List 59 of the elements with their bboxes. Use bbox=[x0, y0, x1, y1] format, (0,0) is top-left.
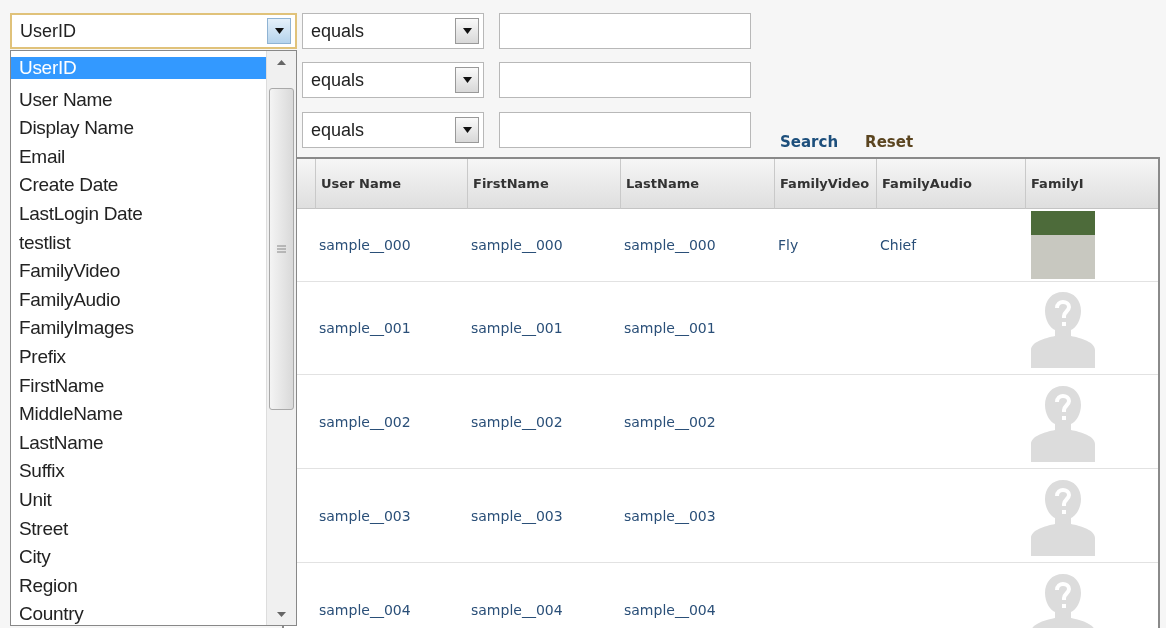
scrollbar-thumb[interactable] bbox=[269, 88, 294, 410]
operator-select[interactable]: equals bbox=[302, 62, 484, 98]
dropdown-option[interactable]: FamilyVideo bbox=[11, 257, 266, 286]
column-header[interactable]: FirstName bbox=[467, 159, 620, 209]
table-cell: sample__000 bbox=[624, 237, 716, 253]
dropdown-option[interactable]: Country bbox=[11, 600, 266, 628]
table-cell: Chief bbox=[880, 237, 917, 253]
dropdown-option[interactable]: FamilyAudio bbox=[11, 285, 266, 315]
column-header[interactable]: FamilyAudio bbox=[876, 159, 1025, 209]
search-link[interactable]: Search bbox=[780, 133, 839, 151]
table-cell: sample__003 bbox=[471, 507, 563, 524]
dropdown-option[interactable]: LastName bbox=[11, 428, 266, 458]
operator-select[interactable]: equals bbox=[302, 13, 484, 49]
dropdown-option[interactable]: FamilyImages bbox=[11, 314, 266, 343]
table-cell: sample__004 bbox=[471, 601, 563, 618]
value-input-field[interactable] bbox=[499, 62, 751, 98]
dropdown-option[interactable]: City bbox=[11, 543, 266, 572]
reset-link[interactable]: Reset bbox=[865, 133, 914, 151]
dropdown-option[interactable]: Display Name bbox=[11, 114, 266, 143]
column-header[interactable]: FamilyVideo bbox=[774, 159, 876, 209]
scroll-up-icon[interactable] bbox=[277, 60, 286, 65]
table-cell: sample__004 bbox=[319, 601, 411, 618]
dropdown-option[interactable]: User Name bbox=[11, 85, 266, 115]
dropdown-option[interactable]: LastLogin Date bbox=[11, 199, 266, 229]
table-cell: Fly bbox=[778, 237, 799, 253]
column-header[interactable]: LastName bbox=[620, 159, 774, 209]
photo-placeholder bbox=[1031, 211, 1095, 279]
table-cell: sample__001 bbox=[471, 320, 563, 336]
dropdown-option[interactable]: Prefix bbox=[11, 342, 266, 372]
table-cell: sample__001 bbox=[319, 320, 411, 336]
table-cell: sample__002 bbox=[624, 413, 716, 430]
table-cell: sample__003 bbox=[624, 507, 716, 524]
column-header[interactable]: User Name bbox=[315, 159, 467, 209]
table-cell: sample__003 bbox=[319, 507, 411, 524]
dropdown-option[interactable]: FirstName bbox=[11, 371, 266, 401]
dropdown-option[interactable]: Unit bbox=[11, 485, 266, 515]
dropdown-option[interactable]: Create Date bbox=[11, 171, 266, 200]
dropdown-option[interactable]: Suffix bbox=[11, 457, 266, 486]
table-cell: sample__000 bbox=[319, 237, 411, 253]
dropdown-option[interactable]: testlist bbox=[11, 228, 266, 258]
table-cell: sample__000 bbox=[471, 237, 563, 253]
value-input-field[interactable] bbox=[499, 112, 751, 148]
table-cell: sample__001 bbox=[624, 320, 716, 336]
dropdown-arrow-icon bbox=[274, 28, 284, 34]
dropdown-option[interactable]: Region bbox=[11, 571, 266, 601]
dropdown-option[interactable]: MiddleName bbox=[11, 400, 266, 429]
value-input-field[interactable] bbox=[499, 13, 751, 49]
dropdown-option[interactable]: Email bbox=[11, 142, 266, 172]
column-header[interactable]: FamilyI bbox=[1025, 159, 1158, 209]
dropdown-arrow-icon bbox=[462, 127, 472, 133]
table-cell: sample__002 bbox=[319, 413, 411, 430]
dropdown-arrow-icon bbox=[462, 77, 472, 83]
field-select[interactable]: UserID bbox=[10, 13, 297, 49]
scroll-down-icon[interactable] bbox=[277, 612, 286, 617]
operator-select[interactable]: equals bbox=[302, 112, 484, 148]
dropdown-arrow-icon bbox=[462, 28, 472, 34]
table-cell: sample__004 bbox=[624, 601, 716, 618]
table-cell: sample__002 bbox=[471, 413, 563, 430]
dropdown-option[interactable]: Street bbox=[11, 514, 266, 544]
